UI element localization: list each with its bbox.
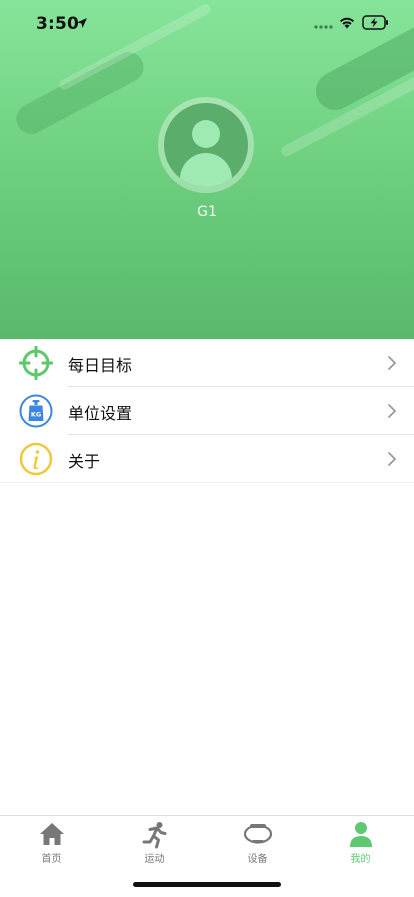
running-icon	[142, 822, 166, 849]
decor-streak	[11, 46, 149, 140]
tab-label: 我的	[350, 854, 371, 865]
menu-item-label: 每日目标	[68, 356, 133, 375]
cellular-signal-icon	[314, 25, 333, 29]
chevron-right-icon	[388, 404, 396, 418]
tab-label: 设备	[247, 854, 268, 865]
tab-label: 运动	[144, 854, 165, 865]
tab-label: 首页	[41, 854, 62, 865]
svg-text:KG: KG	[31, 411, 41, 419]
home-icon	[39, 823, 64, 845]
status-bar: 3:50	[0, 0, 414, 48]
menu-item-unit-settings[interactable]: KG 单位设置	[0, 387, 414, 435]
tab-sport[interactable]: 运动	[103, 816, 206, 868]
profile-header: 3:50 G1	[0, 0, 414, 339]
username: G1	[197, 204, 217, 220]
location-arrow-icon	[77, 18, 87, 28]
menu-item-label: 单位设置	[68, 404, 133, 423]
info-icon	[19, 442, 53, 476]
menu-item-about[interactable]: 关于	[0, 435, 414, 483]
avatar-placeholder-icon	[164, 103, 248, 187]
settings-menu: 每日目标 KG 单位设置 关于	[0, 339, 414, 483]
status-time: 3:50	[36, 14, 80, 34]
battery-charging-icon	[362, 15, 388, 30]
avatar[interactable]	[158, 97, 254, 193]
home-indicator[interactable]	[133, 882, 281, 887]
target-icon	[19, 346, 53, 380]
tab-mine[interactable]: 我的	[309, 816, 412, 868]
menu-item-daily-goal[interactable]: 每日目标	[0, 339, 414, 387]
band-icon	[243, 824, 272, 844]
tab-home[interactable]: 首页	[0, 816, 103, 868]
chevron-right-icon	[388, 356, 396, 370]
wifi-icon	[340, 17, 354, 29]
tab-device[interactable]: 设备	[206, 816, 309, 868]
divider	[0, 482, 414, 483]
person-icon	[349, 822, 372, 847]
kg-weight-icon: KG	[19, 394, 53, 428]
chevron-right-icon	[388, 452, 396, 466]
menu-item-label: 关于	[68, 452, 101, 471]
